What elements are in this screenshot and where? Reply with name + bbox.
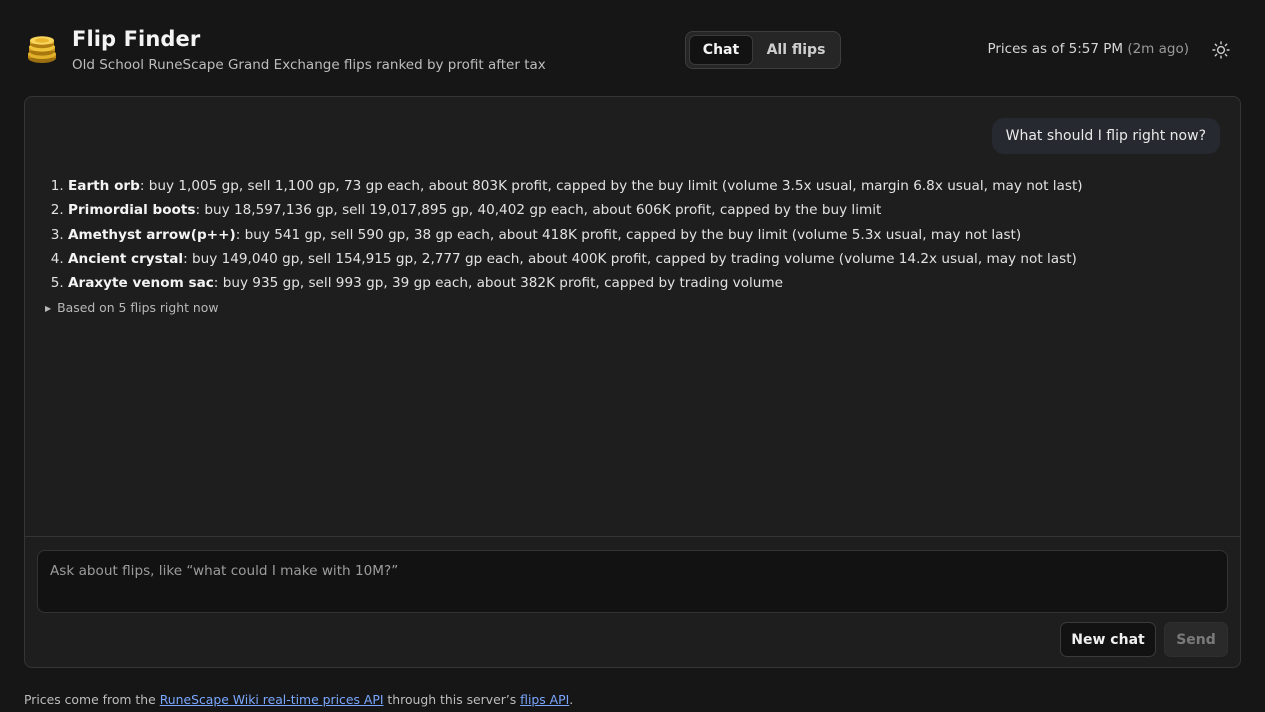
flips-details-toggle[interactable]: ▶ Based on 5 flips right now: [45, 300, 218, 315]
message-list: What should I flip right now? Earth orb:…: [25, 97, 1240, 536]
flip-list: Earth orb: buy 1,005 gp, sell 1,100 gp, …: [52, 174, 1220, 295]
footer-text-after: .: [569, 692, 574, 707]
list-item: Earth orb: buy 1,005 gp, sell 1,100 gp, …: [68, 174, 1220, 198]
footer-text-middle: through this server’s: [383, 692, 521, 707]
composer: New chat Send: [25, 536, 1240, 667]
footer-attribution: Prices come from the RuneScape Wiki real…: [24, 692, 573, 707]
item-name: Amethyst arrow(p++): [68, 226, 236, 243]
app-subtitle: Old School RuneScape Grand Exchange flip…: [72, 57, 546, 73]
wiki-prices-api-link[interactable]: RuneScape Wiki real-time prices API: [160, 692, 384, 707]
chat-panel: What should I flip right now? Earth orb:…: [24, 96, 1241, 668]
tab-chat[interactable]: Chat: [689, 35, 753, 65]
view-tabs: Chat All flips: [685, 31, 841, 69]
chat-input[interactable]: [37, 550, 1228, 613]
item-detail: : buy 541 gp, sell 590 gp, 38 gp each, a…: [235, 226, 1022, 243]
assistant-message: Earth orb: buy 1,005 gp, sell 1,100 gp, …: [52, 174, 1220, 295]
item-detail: : buy 149,040 gp, sell 154,915 gp, 2,777…: [183, 250, 1077, 267]
list-item: Araxyte venom sac: buy 935 gp, sell 993 …: [68, 271, 1220, 295]
send-button[interactable]: Send: [1164, 622, 1228, 657]
item-detail: : buy 1,005 gp, sell 1,100 gp, 73 gp eac…: [139, 178, 1083, 194]
app-header: Flip Finder Old School RuneScape Grand E…: [0, 0, 1265, 96]
disclosure-triangle-icon: ▶: [45, 304, 52, 313]
item-name: Primordial boots: [68, 202, 196, 219]
item-name: Earth orb: [68, 178, 140, 194]
list-item: Ancient crystal: buy 149,040 gp, sell 15…: [68, 247, 1220, 271]
footer-text-before: Prices come from the: [24, 692, 160, 707]
new-chat-button[interactable]: New chat: [1060, 622, 1156, 657]
user-message: What should I flip right now?: [991, 118, 1220, 154]
item-detail: : buy 18,597,136 gp, sell 19,017,895 gp,…: [195, 202, 882, 219]
prices-time: Prices as of 5:57 PM: [987, 41, 1124, 57]
gold-coins-icon: [26, 34, 58, 66]
theme-toggle-button[interactable]: [1209, 38, 1233, 62]
item-name: Ancient crystal: [68, 250, 184, 267]
sun-icon: [1212, 41, 1230, 59]
tab-all-flips[interactable]: All flips: [755, 35, 837, 65]
app-title: Flip Finder: [72, 27, 201, 51]
prices-age: (2m ago): [1127, 41, 1189, 57]
flips-api-link[interactable]: flips API: [520, 692, 569, 707]
item-name: Araxyte venom sac: [68, 275, 214, 292]
list-item: Amethyst arrow(p++): buy 541 gp, sell 59…: [68, 223, 1220, 247]
prices-timestamp: Prices as of 5:57 PM (2m ago): [987, 41, 1189, 57]
item-detail: : buy 935 gp, sell 993 gp, 39 gp each, a…: [213, 275, 784, 292]
details-label: Based on 5 flips right now: [57, 300, 219, 315]
list-item: Primordial boots: buy 18,597,136 gp, sel…: [68, 198, 1220, 222]
